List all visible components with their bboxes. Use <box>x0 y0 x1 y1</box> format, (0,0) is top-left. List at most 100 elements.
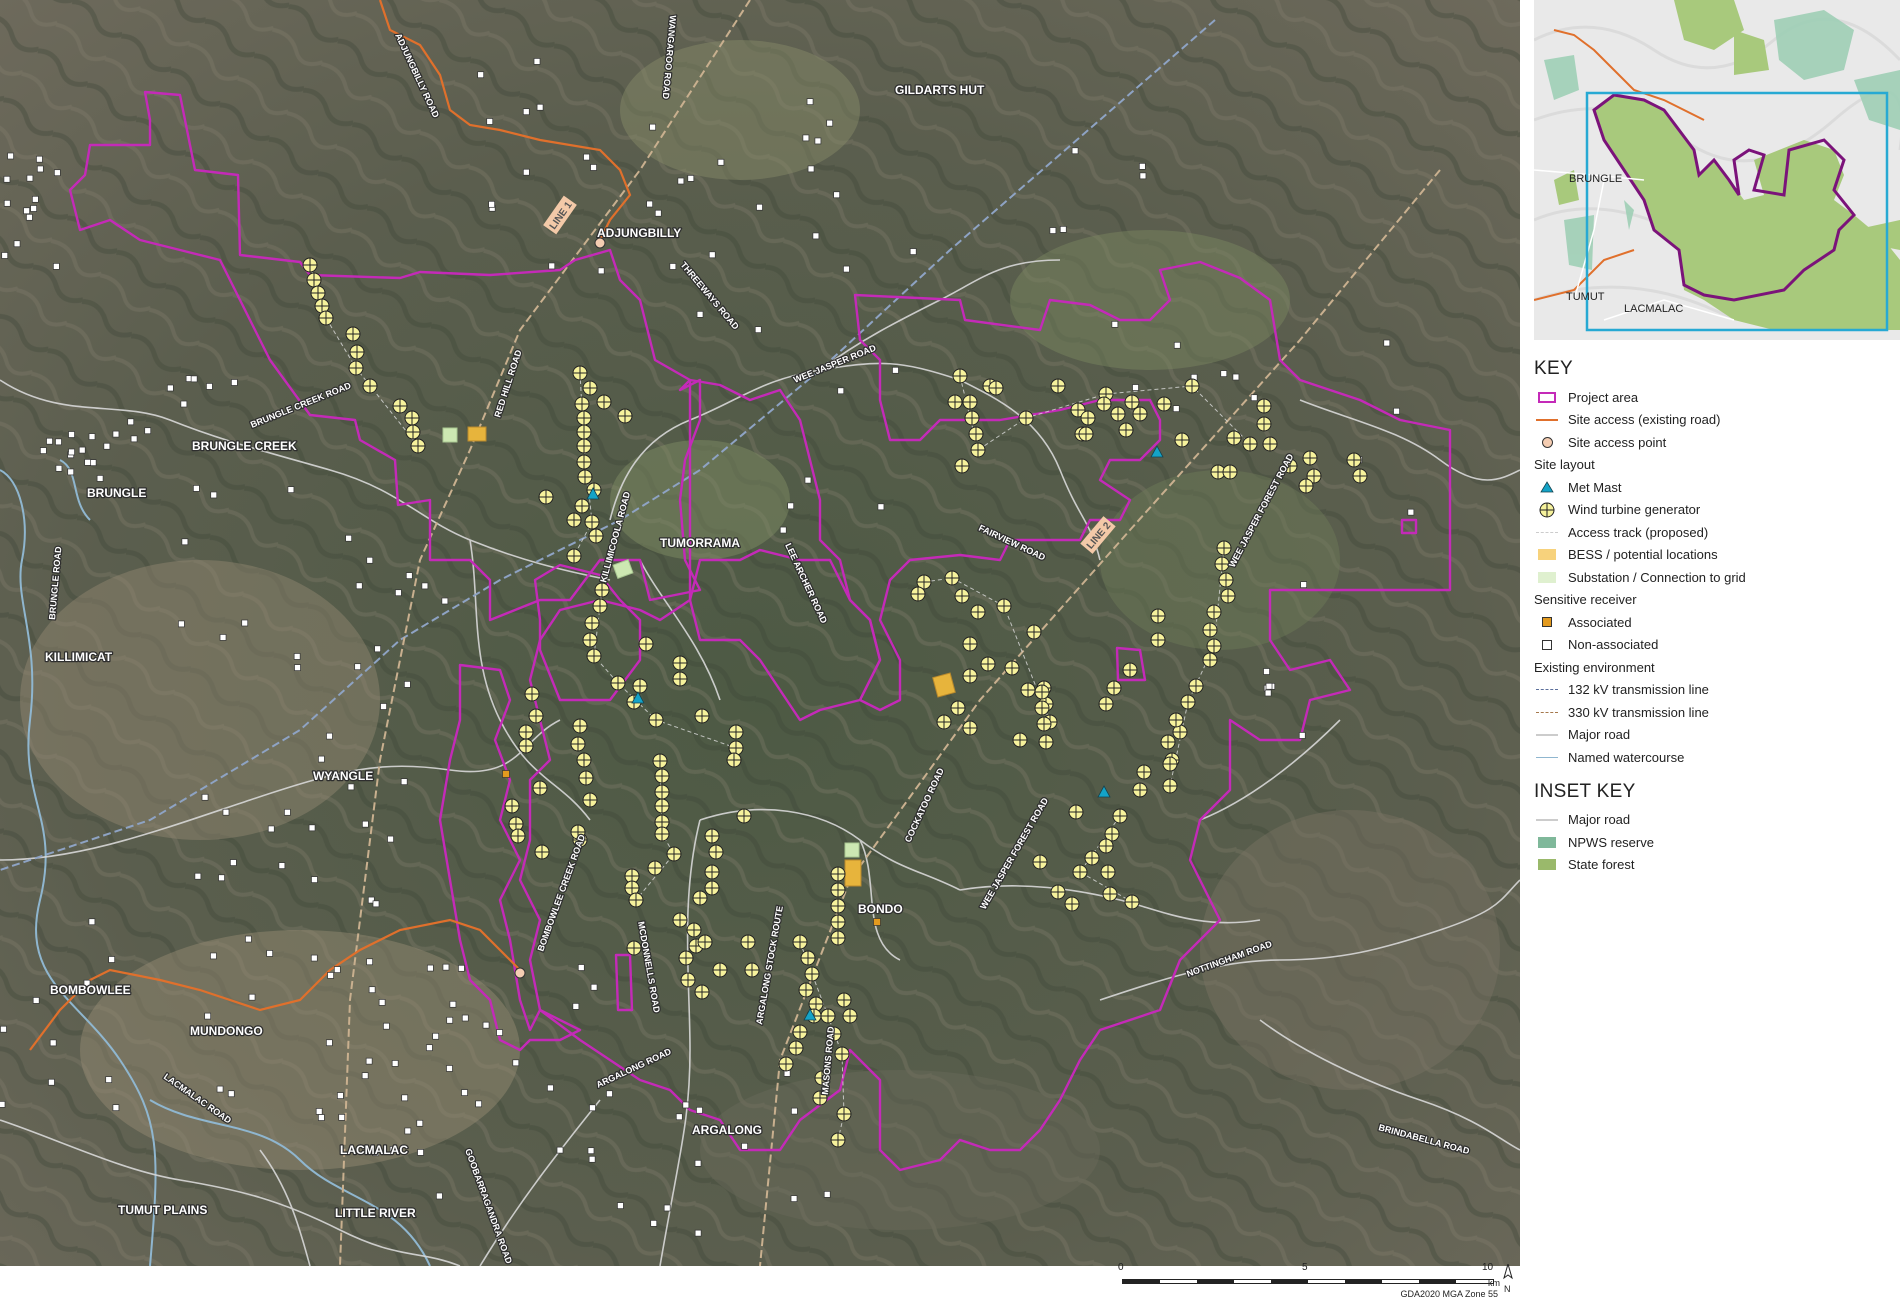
wind-turbine-icon[interactable] <box>1302 450 1318 466</box>
wind-turbine-icon[interactable] <box>1034 700 1050 716</box>
non-associated-receiver[interactable] <box>337 1092 344 1099</box>
non-associated-receiver[interactable] <box>338 1114 346 1121</box>
bess-location[interactable] <box>467 426 487 442</box>
wind-turbine-icon[interactable] <box>628 892 644 908</box>
wind-turbine-icon[interactable] <box>1216 540 1232 556</box>
non-associated-receiver[interactable] <box>1059 226 1067 233</box>
non-associated-receiver[interactable] <box>446 1065 453 1072</box>
wind-turbine-icon[interactable] <box>1352 468 1368 484</box>
non-associated-receiver[interactable] <box>88 918 96 926</box>
non-associated-receiver[interactable] <box>446 1016 454 1024</box>
non-associated-receiver[interactable] <box>48 1078 55 1086</box>
wind-turbine-icon[interactable] <box>1020 682 1036 698</box>
non-associated-receiver[interactable] <box>219 634 227 641</box>
wind-turbine-icon[interactable] <box>678 950 694 966</box>
wind-turbine-icon[interactable] <box>950 700 966 716</box>
non-associated-receiver[interactable] <box>55 438 62 446</box>
wind-turbine-icon[interactable] <box>947 394 963 410</box>
wind-turbine-icon[interactable] <box>830 898 846 914</box>
non-associated-receiver[interactable] <box>112 430 120 438</box>
wind-turbine-icon[interactable] <box>1202 652 1218 668</box>
non-associated-receiver[interactable] <box>166 384 174 392</box>
non-associated-receiver[interactable] <box>536 103 544 111</box>
non-associated-receiver[interactable] <box>807 165 815 173</box>
non-associated-receiver[interactable] <box>512 1059 520 1067</box>
non-associated-receiver[interactable] <box>310 954 318 962</box>
non-associated-receiver[interactable] <box>843 265 850 273</box>
wind-turbine-icon[interactable] <box>1180 694 1196 710</box>
wind-turbine-icon[interactable] <box>672 671 688 687</box>
wind-turbine-icon[interactable] <box>510 828 526 844</box>
wind-turbine-icon[interactable] <box>1012 732 1028 748</box>
non-associated-receiver[interactable] <box>333 966 341 973</box>
non-associated-receiver[interactable] <box>416 1119 424 1127</box>
wind-turbine-icon[interactable] <box>592 598 608 614</box>
wind-turbine-icon[interactable] <box>1346 452 1362 468</box>
non-associated-receiver[interactable] <box>1265 682 1273 690</box>
wind-turbine-icon[interactable] <box>1218 572 1234 588</box>
non-associated-receiver[interactable] <box>32 997 40 1004</box>
wind-turbine-icon[interactable] <box>1118 422 1134 438</box>
wind-turbine-icon[interactable] <box>570 736 586 752</box>
non-associated-receiver[interactable] <box>791 1107 798 1115</box>
wind-turbine-icon[interactable] <box>836 992 852 1008</box>
wind-turbine-icon[interactable] <box>518 724 534 740</box>
non-associated-receiver[interactable] <box>583 153 590 161</box>
non-associated-receiver[interactable] <box>78 446 86 454</box>
non-associated-receiver[interactable] <box>68 431 75 438</box>
wind-turbine-icon[interactable] <box>617 408 633 424</box>
wind-turbine-icon[interactable] <box>736 808 752 824</box>
non-associated-receiver[interactable] <box>522 168 530 176</box>
non-associated-receiver[interactable] <box>355 582 363 590</box>
wind-turbine-icon[interactable] <box>962 394 978 410</box>
non-associated-receiver[interactable] <box>548 262 556 270</box>
non-associated-receiver[interactable] <box>475 1100 482 1108</box>
wind-turbine-icon[interactable] <box>708 844 724 860</box>
non-associated-receiver[interactable] <box>556 1146 564 1154</box>
non-associated-receiver[interactable] <box>1232 373 1240 381</box>
substation[interactable] <box>844 842 860 858</box>
non-associated-receiver[interactable] <box>1049 227 1057 234</box>
wind-turbine-icon[interactable] <box>704 864 720 880</box>
wind-turbine-icon[interactable] <box>532 780 548 796</box>
wind-turbine-icon[interactable] <box>692 890 708 906</box>
non-associated-receiver[interactable] <box>315 1108 323 1115</box>
non-associated-receiver[interactable] <box>216 1085 224 1093</box>
non-associated-receiver[interactable] <box>190 375 198 383</box>
wind-turbine-icon[interactable] <box>726 752 742 768</box>
non-associated-receiver[interactable] <box>790 1195 798 1202</box>
non-associated-receiver[interactable] <box>1139 172 1147 180</box>
wind-turbine-icon[interactable] <box>528 708 544 724</box>
non-associated-receiver[interactable] <box>326 732 333 740</box>
wind-turbine-icon[interactable] <box>694 984 710 1000</box>
non-associated-receiver[interactable] <box>779 526 787 534</box>
wind-turbine-icon[interactable] <box>1156 396 1172 412</box>
wind-turbine-icon[interactable] <box>392 398 408 414</box>
non-associated-receiver[interactable] <box>1407 508 1415 516</box>
wind-turbine-icon[interactable] <box>964 410 980 426</box>
non-associated-receiver[interactable] <box>496 1029 503 1036</box>
non-associated-receiver[interactable] <box>677 177 685 185</box>
wind-turbine-icon[interactable] <box>584 615 600 631</box>
bess-location[interactable] <box>844 859 862 887</box>
non-associated-receiver[interactable] <box>127 418 135 426</box>
wind-turbine-icon[interactable] <box>534 844 550 860</box>
wind-turbine-icon[interactable] <box>1168 712 1184 728</box>
wind-turbine-icon[interactable] <box>626 940 642 956</box>
wind-turbine-icon[interactable] <box>1038 734 1054 750</box>
wind-turbine-icon[interactable] <box>538 489 554 505</box>
wind-turbine-icon[interactable] <box>672 912 688 928</box>
wind-turbine-icon[interactable] <box>654 826 670 842</box>
non-associated-receiver[interactable] <box>646 200 653 208</box>
wind-turbine-icon[interactable] <box>632 678 648 694</box>
wind-turbine-icon[interactable] <box>588 528 604 544</box>
non-associated-receiver[interactable] <box>432 1032 440 1040</box>
wind-turbine-icon[interactable] <box>318 310 334 326</box>
non-associated-receiver[interactable] <box>417 1149 424 1156</box>
non-associated-receiver[interactable] <box>741 1142 748 1150</box>
non-associated-receiver[interactable] <box>391 1060 399 1067</box>
non-associated-receiver[interactable] <box>89 459 97 466</box>
non-associated-receiver[interactable] <box>88 433 96 440</box>
wind-turbine-icon[interactable] <box>1064 896 1080 912</box>
wind-turbine-icon[interactable] <box>1050 884 1066 900</box>
